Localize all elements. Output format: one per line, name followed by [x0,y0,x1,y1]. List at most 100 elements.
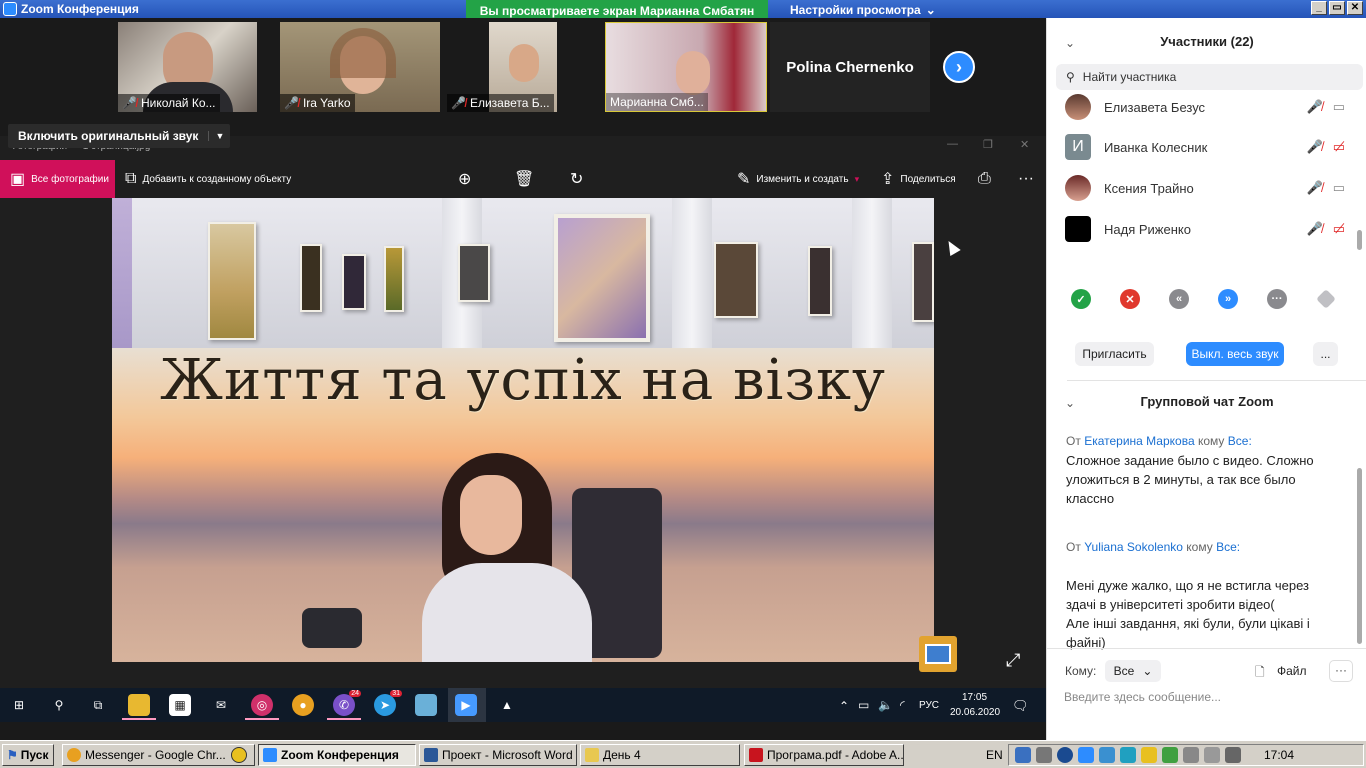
clock-date[interactable]: 20.06.2020 [950,707,1000,718]
minimize-button[interactable]: _ [1311,1,1327,15]
restore-icon[interactable]: ❐ [983,138,993,151]
close-button[interactable]: ✕ [1347,1,1363,15]
maximize-button[interactable]: ▭ [1329,1,1345,15]
camera-off-icon[interactable]: ▭̸ [1333,221,1345,237]
notes-icon[interactable] [415,694,437,716]
telegram-icon[interactable]: ➤ 31 [374,690,402,716]
file-button[interactable]: Файл [1277,664,1307,678]
wifi-icon[interactable]: ◜ [900,698,905,712]
upload-icon[interactable] [1099,747,1115,763]
share-button[interactable]: ⇪ Поделиться [881,160,956,198]
photos-app-icon[interactable] [919,636,957,672]
file-icon[interactable]: 🗋 [1255,663,1265,684]
photos-app-icon[interactable]: ▲ [496,694,518,716]
video-tile[interactable]: 🎤̸ Николай Ко... [118,22,257,112]
start-button[interactable]: ⚑ Пуск [2,744,54,766]
update-icon[interactable] [1057,747,1073,763]
mic-muted-icon[interactable]: 🎤̸ [1307,180,1323,196]
viber-icon[interactable]: ✆ 24 [333,690,361,716]
clock-time[interactable]: 17:04 [1264,748,1294,762]
printer-icon[interactable] [1036,747,1052,763]
minimize-icon[interactable]: — [947,138,958,150]
app-shortcut-icon[interactable] [231,747,247,763]
signal-icon[interactable] [1225,747,1241,763]
participant-row[interactable]: Надя Риженко 🎤̸ ▭̸ [1065,215,1345,243]
language-indicator[interactable]: РУС [919,700,939,711]
chevron-up-icon[interactable]: ⌃ [839,699,849,713]
video-tile-active-speaker[interactable]: Марианна Смб... [605,22,767,112]
faster-icon[interactable]: » [1218,289,1238,309]
add-to-creation-button[interactable]: ⧉ Добавить к созданному объекту [125,160,291,198]
more-button[interactable]: ··· [1018,160,1034,198]
taskbar-item-messenger[interactable]: Messenger - Google Chr... [62,744,255,766]
windows-start-icon[interactable]: ⊞ [8,694,30,716]
next-page-button[interactable]: › [943,51,975,83]
participant-row[interactable]: И Иванка Колесник 🎤̸ ▭̸ [1065,133,1345,161]
expand-icon[interactable]: ⤢ [1006,650,1020,671]
no-icon[interactable]: ✕ [1120,289,1140,309]
chrome-icon[interactable]: ● [292,694,314,716]
chat-header: Групповой чат Zoom [1140,394,1274,409]
language-indicator[interactable]: EN [986,748,1003,762]
zoom-in-button[interactable]: ⊕ [458,160,471,198]
camera-icon[interactable]: ▭ [1333,99,1345,115]
volume-icon[interactable] [1204,747,1220,763]
painting [808,246,832,316]
view-settings-button[interactable]: Настройки просмотра ⌄ [790,0,936,20]
sync-icon[interactable] [1120,747,1136,763]
clock-time[interactable]: 17:05 [962,692,987,703]
more-reactions-icon[interactable]: ··· [1267,289,1287,309]
security-icon[interactable] [1141,747,1157,763]
file-explorer-icon[interactable] [128,694,150,716]
video-tile[interactable]: 🎤̸ Елизавета Б... [447,22,557,112]
participant-row[interactable]: Елизавета Безус 🎤̸ ▭ [1065,93,1345,121]
slower-icon[interactable]: « [1169,289,1189,309]
taskbar-item-zoom[interactable]: Zoom Конференция [258,744,416,766]
all-photos-button[interactable]: ▣ Все фотографии [0,160,115,198]
camera-icon[interactable]: ▭ [1333,180,1345,196]
chat-footer: Кому: Все ⌄ 🗋 Файл ··· [1065,660,1365,684]
taskbar-item-word[interactable]: Проект - Microsoft Word [419,744,577,766]
original-sound-button[interactable]: Включить оригинальный звук ▼ [8,124,231,148]
sender-name[interactable]: Yuliana Sokolenko [1084,540,1183,554]
mail-icon[interactable]: ✉ [210,694,232,716]
video-tile-name-only[interactable]: Polina Chernenko [770,22,930,112]
task-view-icon[interactable]: ⧉ [87,694,109,716]
chat-scrollbar[interactable] [1357,468,1362,644]
chat-more-button[interactable]: ··· [1329,660,1353,682]
chevron-down-icon[interactable]: ▼ [208,131,230,141]
camera-off-icon[interactable]: ▭̸ [1333,139,1345,155]
instagram-icon[interactable]: ◎ [251,694,273,716]
taskbar-item-folder[interactable]: День 4 [580,744,740,766]
mic-muted-icon[interactable]: 🎤̸ [1307,139,1323,155]
network-icon[interactable] [1015,747,1031,763]
store-icon[interactable]: ▦ [169,694,191,716]
edit-create-button[interactable]: ✎ Изменить и создать ▾ [737,160,859,198]
search-icon[interactable]: ⚲ [48,694,70,716]
taskbar-item-pdf[interactable]: Програма.pdf - Adobe A... [744,744,904,766]
clear-icon[interactable] [1316,289,1336,309]
sender-name[interactable]: Екатерина Маркова [1084,434,1194,448]
delete-button[interactable]: 🗑 [514,160,534,198]
participant-search-input[interactable]: ⚲ Найти участника [1056,64,1363,90]
device-icon[interactable] [1183,747,1199,763]
recipient-select[interactable]: Все ⌄ [1105,660,1161,682]
rotate-button[interactable]: ↻ [570,160,583,198]
chat-message-input[interactable]: Введите здесь сообщение... [1064,690,1221,704]
yes-icon[interactable]: ✓ [1071,289,1091,309]
battery-icon[interactable]: ▭ [858,698,869,712]
participant-row[interactable]: Ксения Трайно 🎤̸ ▭ [1065,174,1345,202]
zoom-tray-icon[interactable] [1078,747,1094,763]
mic-muted-icon[interactable]: 🎤̸ [1307,221,1323,237]
mute-all-button[interactable]: Выкл. весь звук [1186,342,1284,366]
mic-muted-icon[interactable]: 🎤̸ [1307,99,1323,115]
participants-scrollbar[interactable] [1357,230,1362,250]
notifications-icon[interactable]: 🗨 [1012,698,1029,714]
print-button[interactable]: ⎙ [978,160,991,198]
participants-more-button[interactable]: ... [1313,342,1338,366]
close-icon[interactable]: ✕ [1020,138,1029,151]
invite-button[interactable]: Пригласить [1075,342,1154,366]
shield-icon[interactable] [1162,747,1178,763]
video-tile[interactable]: 🎤̸ Ira Yarko [280,22,440,112]
volume-icon[interactable]: 🔈 [878,698,893,712]
